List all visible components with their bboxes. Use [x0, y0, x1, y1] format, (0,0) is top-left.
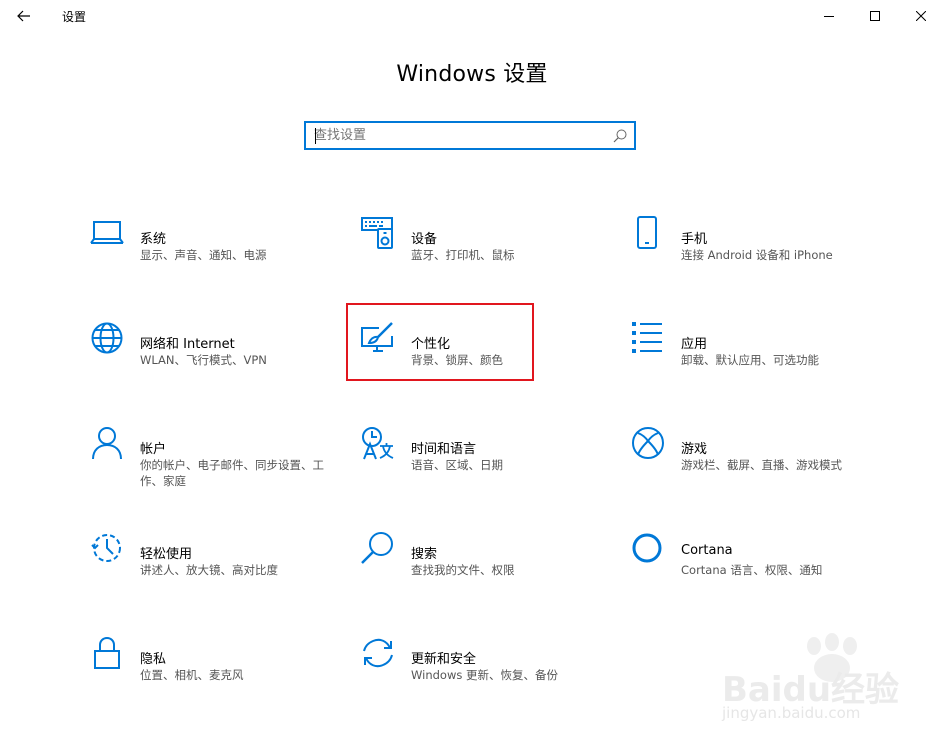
tile-name: 手机: [681, 232, 708, 247]
tile-name: 个性化: [411, 337, 451, 352]
update-icon: [363, 638, 393, 668]
tile-description: 语音、区域、日期: [411, 458, 503, 472]
tile-name: 网络和 Internet: [140, 337, 235, 352]
tile-time-language[interactable]: 时间和语言 语音、区域、日期: [361, 426, 601, 496]
close-icon: [916, 11, 926, 21]
tile-name: 游戏: [681, 442, 708, 457]
tile-description: 游戏栏、截屏、直播、游戏模式: [681, 458, 842, 472]
back-arrow-icon: [17, 10, 30, 22]
tile-name: 更新和安全: [411, 652, 477, 667]
tile-network[interactable]: 网络和 Internet WLAN、飞行模式、VPN: [90, 321, 330, 391]
minimize-icon: [824, 16, 834, 17]
page-title: Windows 设置: [396, 62, 548, 87]
tile-name: 设备: [411, 232, 438, 247]
tile-name: 时间和语言: [411, 442, 477, 457]
tile-description: 连接 Android 设备和 iPhone: [681, 248, 833, 262]
tile-search[interactable]: 搜索 查找我的文件、权限: [361, 531, 601, 601]
tile-description: Windows 更新、恢复、备份: [411, 668, 558, 682]
globe-icon: [91, 322, 123, 354]
maximize-icon: [870, 11, 880, 21]
cortana-icon: [632, 533, 662, 563]
search-magnifier-icon[interactable]: [612, 128, 628, 144]
tile-update-security[interactable]: 更新和安全 Windows 更新、恢复、备份: [361, 636, 601, 706]
tile-personalization[interactable]: 个性化 背景、锁屏、颜色: [361, 321, 601, 391]
search-icon: [361, 532, 393, 564]
tile-description: 显示、声音、通知、电源: [140, 248, 267, 262]
tile-description: WLAN、飞行模式、VPN: [140, 353, 267, 367]
tile-description: Cortana 语言、权限、通知: [681, 563, 823, 577]
search-box[interactable]: [304, 121, 636, 150]
tile-name: 应用: [681, 337, 708, 352]
tile-apps[interactable]: 应用 卸载、默认应用、可选功能: [631, 321, 871, 391]
tile-cortana[interactable]: Cortana Cortana 语言、权限、通知: [631, 531, 871, 601]
window-title: 设置: [62, 10, 87, 24]
text-caret: [315, 128, 316, 144]
tile-system[interactable]: 系统 显示、声音、通知、电源: [90, 216, 330, 286]
tile-description: 查找我的文件、权限: [411, 563, 515, 577]
baidu-jingyan-watermark: Baidu经验 jingyan.baidu.com: [722, 632, 942, 732]
back-button[interactable]: [12, 6, 36, 26]
tile-phone[interactable]: 手机 连接 Android 设备和 iPhone: [631, 216, 871, 286]
tile-description: 卸载、默认应用、可选功能: [681, 353, 819, 367]
maximize-button[interactable]: [852, 0, 898, 32]
devices-icon: [361, 217, 393, 249]
time-language-icon: [362, 427, 394, 460]
tile-privacy[interactable]: 隐私 位置、相机、麦克风: [90, 636, 330, 706]
tile-description: 你的帐户、电子邮件、同步设置、工作、家庭: [140, 458, 324, 488]
tile-name: 系统: [140, 232, 167, 247]
tile-accounts[interactable]: 帐户 你的帐户、电子邮件、同步设置、工作、家庭: [90, 426, 330, 496]
laptop-icon: [90, 221, 124, 244]
tile-name: 隐私: [140, 652, 167, 667]
search-input[interactable]: [314, 123, 604, 148]
tile-description: 背景、锁屏、颜色: [411, 353, 503, 367]
lock-icon: [94, 636, 120, 669]
tile-devices[interactable]: 设备 蓝牙、打印机、鼠标: [361, 216, 601, 286]
watermark-url: jingyan.baidu.com: [722, 704, 861, 722]
person-icon: [92, 427, 122, 460]
tile-name: 搜索: [411, 547, 438, 562]
tile-description: 位置、相机、麦克风: [140, 668, 244, 682]
tile-name: Cortana: [681, 543, 733, 558]
tile-ease-of-access[interactable]: 轻松使用 讲述人、放大镜、高对比度: [90, 531, 330, 601]
ease-of-access-icon: [91, 534, 121, 562]
tile-description: 讲述人、放大镜、高对比度: [140, 563, 278, 577]
tile-name: 帐户: [140, 442, 167, 457]
phone-icon: [637, 216, 657, 249]
close-button[interactable]: [898, 0, 944, 32]
apps-list-icon: [632, 322, 662, 353]
personalization-icon: [361, 322, 393, 352]
xbox-icon: [632, 427, 664, 459]
tile-gaming[interactable]: 游戏 游戏栏、截屏、直播、游戏模式: [631, 426, 871, 496]
tile-description: 蓝牙、打印机、鼠标: [411, 248, 515, 262]
minimize-button[interactable]: [806, 0, 852, 32]
title-bar: 设置: [0, 0, 944, 32]
tile-name: 轻松使用: [140, 547, 193, 562]
